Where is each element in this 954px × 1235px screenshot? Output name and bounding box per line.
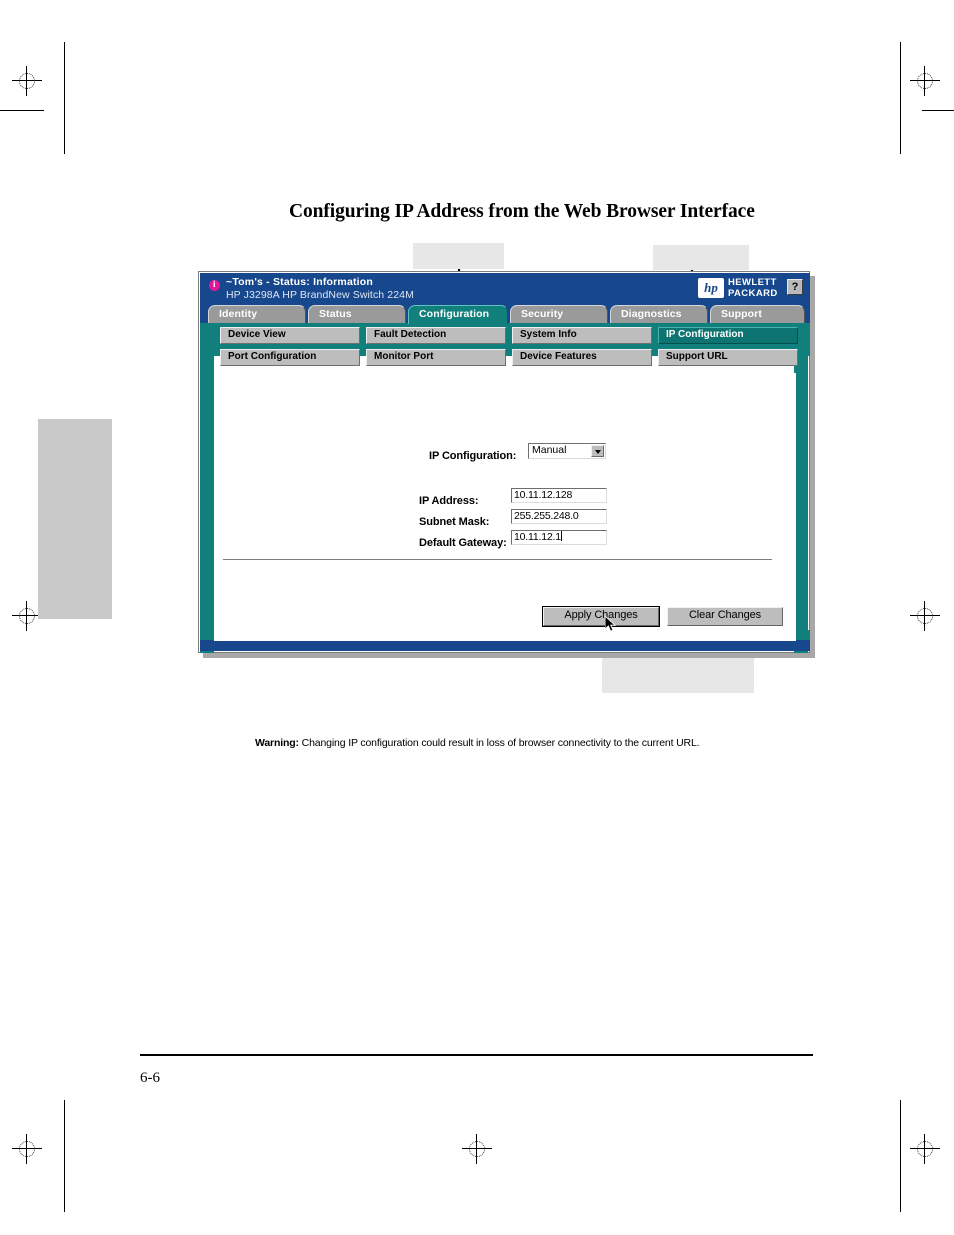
registration-circle xyxy=(19,608,35,624)
clear-changes-button[interactable]: Clear Changes xyxy=(667,607,783,626)
tab-status[interactable]: Status xyxy=(308,305,406,324)
crop-mark-left-vertical-bottom xyxy=(64,1100,66,1212)
ip-configuration-row: IP Configuration: xyxy=(429,446,516,464)
subnet-mask-value: 255.255.248.0 xyxy=(514,510,579,522)
apply-changes-button[interactable]: Apply Changes xyxy=(542,606,660,627)
tab-identity[interactable]: Identity xyxy=(208,305,306,324)
tab-diagnostics[interactable]: Diagnostics xyxy=(610,305,708,324)
content-divider xyxy=(223,559,772,561)
subbutton-port-configuration[interactable]: Port Configuration xyxy=(220,349,360,366)
title-bar: ~Tom's - Status: Information HP J3298A H… xyxy=(200,273,810,304)
subbutton-device-features[interactable]: Device Features xyxy=(512,349,652,366)
panel-right-band xyxy=(794,323,808,653)
crop-mark-right-vertical xyxy=(900,42,902,154)
warning-prefix: Warning: xyxy=(255,737,299,749)
callout-configuration-tab xyxy=(413,243,504,269)
crop-mark-right-horizontal xyxy=(922,110,954,112)
mouse-cursor xyxy=(605,616,617,632)
window-title: ~Tom's - Status: Information xyxy=(226,276,374,288)
tab-configuration[interactable]: Configuration xyxy=(408,305,508,324)
crop-mark-left-vertical xyxy=(64,42,66,154)
tab-support[interactable]: Support xyxy=(710,305,805,324)
ip-configuration-label: IP Configuration: xyxy=(429,450,517,462)
page-title: Configuring IP Address from the Web Brow… xyxy=(289,201,755,222)
ip-address-row: IP Address: xyxy=(419,491,479,509)
registration-mark-bottom-right xyxy=(910,1134,940,1164)
callout-ip-configuration-button xyxy=(653,245,749,270)
registration-mark-top-right xyxy=(910,66,940,96)
device-web-interface-window: ~Tom's - Status: Information HP J3298A H… xyxy=(198,271,810,749)
default-gateway-value: 10.11.12.1 xyxy=(514,531,561,543)
registration-mark-bottom-center xyxy=(462,1134,492,1164)
crop-mark-right-vertical-bottom xyxy=(900,1100,902,1212)
hp-logo-text: hp xyxy=(704,280,718,295)
hp-wordmark-line1: HEWLETT xyxy=(728,277,777,288)
warning-message: Warning: Changing IP configuration could… xyxy=(255,737,700,749)
subnet-mask-label: Subnet Mask: xyxy=(419,516,490,528)
registration-circle xyxy=(917,608,933,624)
hp-logo-icon: hp xyxy=(698,278,724,298)
registration-mark-mid-right xyxy=(910,601,940,631)
subbutton-monitor-port[interactable]: Monitor Port xyxy=(366,349,506,366)
ip-configuration-select-value: Manual xyxy=(532,444,567,456)
subbutton-device-view[interactable]: Device View xyxy=(220,327,360,344)
hp-wordmark: HEWLETT PACKARD xyxy=(728,277,778,299)
help-button[interactable]: ? xyxy=(787,279,803,295)
registration-mark-bottom-left xyxy=(12,1134,42,1164)
window-bottom-bar xyxy=(200,640,810,651)
subnet-mask-input[interactable]: 255.255.248.0 xyxy=(511,509,607,524)
text-caret xyxy=(560,531,562,541)
subbutton-ip-configuration[interactable]: IP Configuration xyxy=(658,327,798,344)
default-gateway-input[interactable]: 10.11.12.1 xyxy=(511,530,607,545)
page-number: 6-6 xyxy=(140,1070,160,1086)
ip-address-value: 10.11.12.128 xyxy=(514,489,573,501)
registration-circle xyxy=(19,1141,35,1157)
warning-text: Changing IP configuration could result i… xyxy=(298,737,700,749)
ip-address-label: IP Address: xyxy=(419,495,479,507)
tab-security[interactable]: Security xyxy=(510,305,608,324)
subbutton-fault-detection[interactable]: Fault Detection xyxy=(366,327,506,344)
subbutton-system-info[interactable]: System Info xyxy=(512,327,652,344)
registration-circle xyxy=(917,1141,933,1157)
margin-chapter-tab xyxy=(38,419,112,619)
tab-strip: Identity Status Configuration Security D… xyxy=(200,304,810,324)
info-icon xyxy=(209,279,220,291)
subnet-mask-row: Subnet Mask: xyxy=(419,512,489,530)
registration-mark-top-left xyxy=(12,66,42,96)
window-frame: ~Tom's - Status: Information HP J3298A H… xyxy=(198,271,810,749)
crop-mark-left-horizontal xyxy=(0,110,44,112)
content-panel: IP Configuration: Manual IP Address: 10.… xyxy=(214,373,796,641)
device-model-subtitle: HP J3298A HP BrandNew Switch 224M xyxy=(226,289,414,301)
sub-navigation-grid: Device View Fault Detection System Info … xyxy=(214,325,798,371)
chevron-down-icon[interactable] xyxy=(591,445,604,457)
registration-circle xyxy=(19,73,35,89)
registration-circle xyxy=(917,73,933,89)
footer-divider xyxy=(140,1054,813,1057)
panel-left-band xyxy=(200,323,214,653)
ip-address-input[interactable]: 10.11.12.128 xyxy=(511,488,607,503)
registration-circle xyxy=(469,1141,485,1157)
subbutton-support-url[interactable]: Support URL xyxy=(658,349,798,366)
default-gateway-label: Default Gateway: xyxy=(419,537,507,549)
default-gateway-row: Default Gateway: xyxy=(419,533,507,551)
ip-configuration-select[interactable]: Manual xyxy=(528,443,606,459)
hp-wordmark-line2: PACKARD xyxy=(728,287,778,299)
